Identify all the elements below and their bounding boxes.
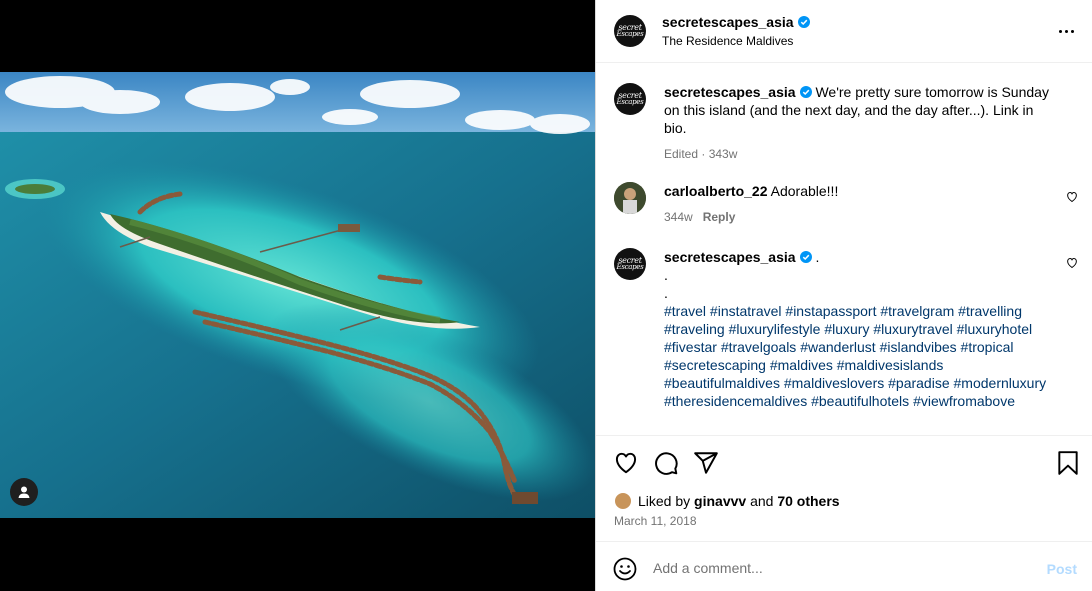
author-avatar[interactable]: secret Escapes <box>614 83 646 115</box>
add-comment-bar: Post <box>596 541 1092 591</box>
comment-text: . <box>664 285 668 301</box>
hashtag-link[interactable]: #tropical <box>961 339 1014 355</box>
likes-summary: Liked by ginavvv and 70 others <box>614 492 840 510</box>
hashtag-link[interactable]: #secretescaping <box>664 357 766 373</box>
hashtag-link[interactable]: #paradise <box>888 375 950 391</box>
maldives-aerial-illustration <box>0 72 595 518</box>
comment-meta: Edited · 343w <box>664 147 738 161</box>
hashtag-link[interactable]: #travelling <box>958 303 1022 319</box>
comment-username[interactable]: secretescapes_asia <box>664 84 796 100</box>
post-comment-button[interactable]: Post <box>1047 561 1077 577</box>
likes-and: and <box>750 493 774 509</box>
hashtag-link[interactable]: #wanderlust <box>800 339 876 355</box>
more-icon <box>1065 29 1068 33</box>
hashtag-link[interactable]: #luxurytravel <box>873 321 952 337</box>
user-tag-button[interactable] <box>10 478 38 506</box>
hashtag-link[interactable]: #travelgram <box>880 303 954 319</box>
comment-username[interactable]: secretescapes_asia <box>664 249 796 265</box>
hashtag-link[interactable]: #travelgoals <box>721 339 797 355</box>
user-tag-icon <box>18 486 30 498</box>
post-actions: Liked by ginavvv and 70 others March 11,… <box>596 435 1092 541</box>
author-avatar[interactable]: secret Escapes <box>614 248 646 280</box>
comment-meta: 344w Reply <box>664 208 1059 226</box>
hashtag-link[interactable]: #maldiveslovers <box>784 375 884 391</box>
comment-body: carloalberto_22 Adorable!!! 344w Reply <box>664 182 1059 226</box>
comment-body: secretescapes_asia We're pretty sure tom… <box>664 83 1059 163</box>
hashtag-link[interactable]: #maldives <box>770 357 833 373</box>
hashtag-link[interactable]: #instatravel <box>710 303 782 319</box>
hashtag-link[interactable]: #beautifulhotels <box>811 393 909 409</box>
comment-body: secretescapes_asia . . . #travel #instat… <box>664 248 1059 410</box>
hashtag-link[interactable]: #travel <box>664 303 706 319</box>
comments-list[interactable]: secret Escapes secretescapes_asia We're … <box>596 63 1092 435</box>
author-username-text: secretescapes_asia <box>662 14 794 30</box>
heart-icon[interactable] <box>613 450 639 476</box>
liker-avatar[interactable] <box>614 492 632 510</box>
reply-button[interactable]: Reply <box>703 210 736 224</box>
post-header: secret Escapes secretescapes_asia The Re… <box>596 0 1092 63</box>
post-media <box>0 0 595 591</box>
verified-icon <box>797 16 810 28</box>
hashtag-list: #travel #instatravel #instapassport #tra… <box>664 303 1046 409</box>
commenter-avatar[interactable] <box>614 182 646 214</box>
comment-text: . <box>815 249 820 265</box>
hashtag-link[interactable]: #luxury <box>824 321 869 337</box>
post-side-panel: secret Escapes secretescapes_asia The Re… <box>595 0 1092 591</box>
more-icon <box>1059 29 1062 33</box>
liker-username[interactable]: ginavvv <box>694 493 746 509</box>
post-location[interactable]: The Residence Maldives <box>662 34 793 48</box>
comment-time[interactable]: 344w <box>664 210 693 224</box>
author-avatar[interactable]: secret Escapes <box>614 15 646 47</box>
hashtag-link[interactable]: #instapassport <box>785 303 876 319</box>
share-icon[interactable] <box>693 450 719 476</box>
verified-icon <box>799 86 812 98</box>
hashtag-link[interactable]: #luxuryhotel <box>957 321 1033 337</box>
comment-icon[interactable] <box>653 450 679 476</box>
avatar-text: Escapes <box>616 98 644 106</box>
hashtag-link[interactable]: #traveling <box>664 321 725 337</box>
hashtag-link[interactable]: #fivestar <box>664 339 717 355</box>
edited-label: Edited <box>664 147 699 161</box>
avatar-photo <box>614 182 646 214</box>
hashtag-link[interactable]: #islandvibes <box>880 339 957 355</box>
hashtag-link[interactable]: #maldivesislands <box>837 357 944 373</box>
heart-icon[interactable] <box>1066 191 1078 203</box>
comment-input[interactable] <box>653 555 1033 581</box>
hashtag-link[interactable]: #viewfromabove <box>913 393 1015 409</box>
hashtag-link[interactable]: #modernluxury <box>954 375 1047 391</box>
more-icon <box>1071 29 1074 33</box>
comment-time[interactable]: 343w <box>709 147 738 161</box>
bookmark-icon[interactable] <box>1055 450 1081 476</box>
avatar-text: Escapes <box>616 30 644 38</box>
verified-icon <box>799 251 812 263</box>
post-date[interactable]: March 11, 2018 <box>614 514 697 528</box>
hashtag-link[interactable]: #theresidencemaldives <box>664 393 807 409</box>
comment-text: . <box>664 267 668 283</box>
hashtag-link[interactable]: #beautifulmaldives <box>664 375 780 391</box>
likes-others-link[interactable]: 70 others <box>777 493 839 509</box>
more-options-button[interactable] <box>1059 22 1077 40</box>
likes-prefix: Liked by <box>638 493 691 509</box>
emoji-icon[interactable] <box>613 557 637 581</box>
post-dialog: secret Escapes secretescapes_asia The Re… <box>0 0 1092 591</box>
post-image[interactable] <box>0 72 595 518</box>
author-username[interactable]: secretescapes_asia <box>662 14 810 30</box>
comment-username[interactable]: carloalberto_22 <box>664 183 768 199</box>
hashtag-link[interactable]: #luxurylifestyle <box>729 321 821 337</box>
heart-icon[interactable] <box>1066 257 1078 269</box>
avatar-text: Escapes <box>616 263 644 271</box>
comment-text: Adorable!!! <box>770 183 839 199</box>
